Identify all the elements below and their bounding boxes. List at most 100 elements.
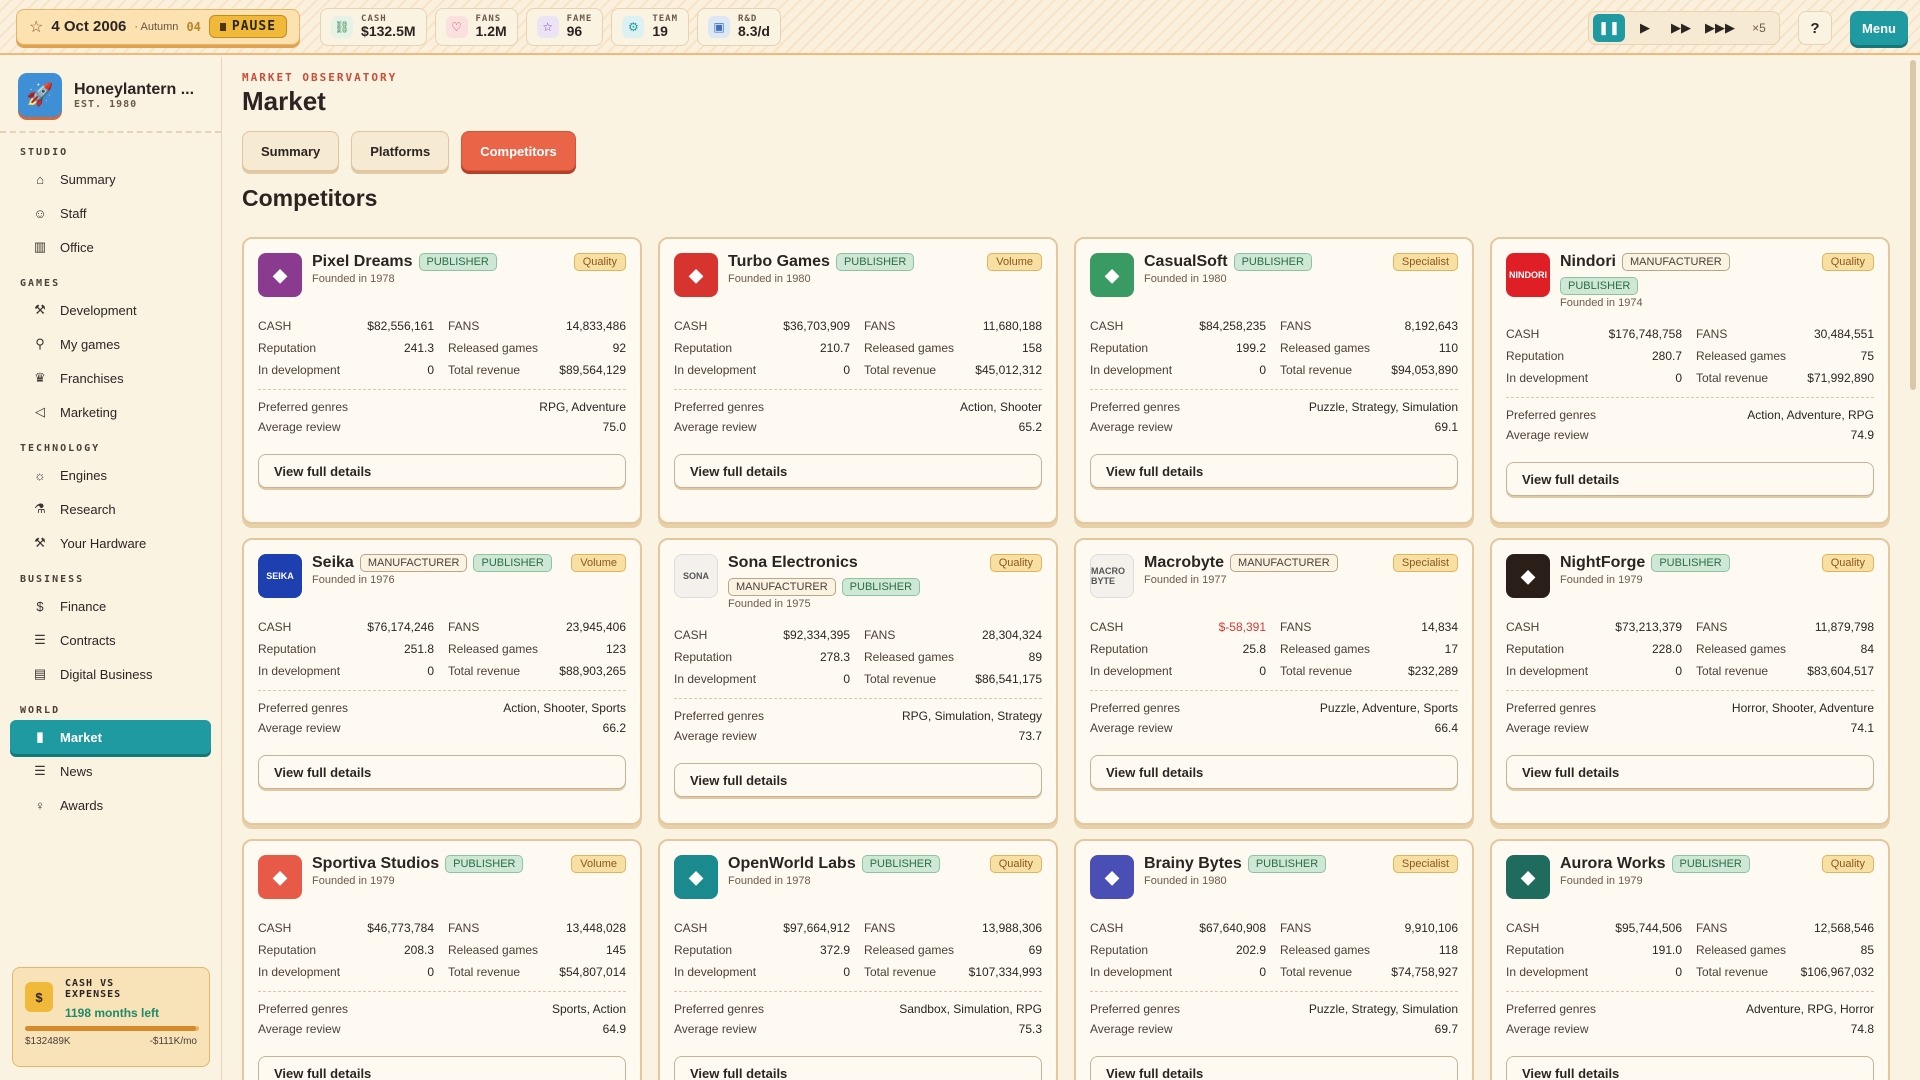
stat-released: Released games 69 (864, 939, 1042, 961)
fastest-speed-button[interactable]: ▶▶▶ (1701, 14, 1739, 42)
stat-label: FANS (448, 620, 480, 634)
pause-button[interactable]: PAUSE (208, 15, 288, 38)
card-title-block: Nindori MANUFACTURER PUBLISHER Founded in 1… (1560, 253, 1800, 309)
speed-controls: ❚❚ ▶ ▶▶ ▶▶▶ ×5 (1588, 11, 1780, 45)
preferred-genres: Preferred genres Puzzle, Strategy, Simula… (1090, 400, 1458, 420)
my-games-icon: ⚲ (35, 336, 45, 351)
stat-revenue: Total revenue $74,758,927 (1280, 961, 1458, 983)
sidebar-item-my-games[interactable]: ⚲ My games (10, 327, 211, 361)
stat-released: Released games 158 (864, 337, 1042, 359)
sidebar-item-awards[interactable]: ♀ Awards (10, 788, 211, 822)
tab-summary[interactable]: Summary (242, 131, 340, 171)
view-details-button[interactable]: View full details (258, 454, 626, 488)
sidebar-item-digital-business[interactable]: ▤ Digital Business (10, 657, 211, 691)
review-label: Average review (1090, 1022, 1173, 1036)
company-name: NightForge (1560, 554, 1646, 571)
stat-indev: In development 0 (258, 660, 448, 682)
sidebar-item-label: Digital Business (60, 666, 153, 682)
tab-competitors[interactable]: Competitors (461, 131, 576, 171)
role-badge: PUBLISHER (1560, 277, 1639, 295)
stat-label: Reputation (258, 943, 317, 957)
view-details-button[interactable]: View full details (1090, 454, 1458, 488)
view-details-button[interactable]: View full details (258, 1056, 626, 1080)
sidebar-item-research[interactable]: ⚗ Research (10, 492, 211, 526)
tab-platforms[interactable]: Platforms (351, 131, 450, 171)
view-details-button[interactable]: View full details (1090, 1056, 1458, 1080)
view-details-button[interactable]: View full details (674, 1056, 1042, 1080)
stat-fans: FANS 14,834 (1280, 616, 1458, 638)
stat-label: Total revenue (448, 363, 521, 377)
sidebar-item-your-hardware[interactable]: ⚒ Your Hardware (10, 526, 211, 560)
role-badge: PUBLISHER (1233, 253, 1312, 271)
stat-label: Reputation (1506, 349, 1565, 363)
sidebar-item-franchises[interactable]: ♛ Franchises (10, 361, 211, 395)
sidebar-item-news[interactable]: ☰ News (10, 754, 211, 788)
sidebar-item-marketing[interactable]: ◁ Marketing (10, 395, 211, 429)
studio-header[interactable]: 🚀 Honeylantern ... EST. 1980 (0, 57, 221, 133)
sidebar-item-office[interactable]: ▥ Office (10, 230, 211, 264)
sidebar-item-contracts[interactable]: ☰ Contracts (10, 623, 211, 657)
view-details-button[interactable]: View full details (1506, 462, 1874, 496)
sidebar-item-staff[interactable]: ☺ Staff (10, 196, 211, 230)
competitor-card: SEIKA Seika MANUFACTURER PUBLISHER Founded i… (242, 538, 642, 825)
menu-button[interactable]: Menu (1850, 11, 1908, 45)
stat-value: 110 (1438, 341, 1458, 355)
genres-label: Preferred genres (258, 701, 349, 715)
stat-label: In development (258, 664, 341, 678)
stat-value: $86,541,175 (975, 672, 1042, 686)
divider (674, 698, 1042, 699)
genres-value: Sports, Action (551, 1002, 626, 1016)
stat-label: FANS (1280, 921, 1312, 935)
company-logo-icon: ◆ (258, 855, 302, 899)
sidebar-item-engines[interactable]: ☼ Engines (10, 458, 211, 492)
pause-speed-button[interactable]: ❚❚ (1593, 14, 1625, 42)
stat-released: Released games 89 (864, 646, 1042, 668)
view-details-button[interactable]: View full details (1506, 1056, 1874, 1080)
role-badge: PUBLISHER (1247, 855, 1327, 873)
view-details-button[interactable]: View full details (258, 755, 626, 789)
stat-label: CASH (258, 319, 292, 333)
studio-name: Honeylantern ... (74, 80, 195, 98)
stat-label: Released games (1280, 642, 1371, 656)
view-details-button[interactable]: View full details (674, 454, 1042, 488)
role-badge: PUBLISHER (473, 554, 552, 572)
stat-fans: FANS 13,988,306 (864, 917, 1042, 939)
view-details-button[interactable]: View full details (674, 763, 1042, 797)
cash-progress-fill (25, 1026, 196, 1031)
name-row: OpenWorld Labs PUBLISHER (728, 855, 941, 873)
average-review: Average review 74.1 (1506, 721, 1874, 741)
sidebar-item-finance[interactable]: $ Finance (10, 589, 211, 623)
star-icon: ☆ (536, 15, 559, 38)
card-header: ◆ NightForge PUBLISHER Founded in 1979 (1506, 554, 1874, 602)
sidebar-item-summary[interactable]: ⌂ Summary (10, 162, 211, 196)
help-button[interactable]: ? (1798, 11, 1832, 45)
stat-indev: In development 0 (674, 668, 864, 690)
competitor-card: ◆ CasualSoft PUBLISHER Founded in 1980 Speci… (1074, 237, 1474, 524)
company-name: Sportiva Studios (312, 855, 440, 872)
stat-label: In development (1090, 363, 1173, 377)
stat-label: FANS (864, 921, 896, 935)
fast-speed-button[interactable]: ▶▶ (1665, 14, 1697, 42)
view-details-button[interactable]: View full details (1090, 755, 1458, 789)
stat-value: 13,448,028 (565, 921, 626, 935)
speed-multiplier[interactable]: ×5 (1743, 21, 1775, 35)
stat-label: FANS (864, 319, 896, 333)
sidebar-item-development[interactable]: ⚒ Development (10, 293, 211, 327)
stat-value: $97,664,912 (783, 921, 850, 935)
strategy-badge: Quality (1821, 253, 1874, 271)
digital-business-icon: ▤ (33, 666, 47, 681)
stat-released: Released games 17 (1280, 638, 1458, 660)
sidebar-item-market[interactable]: ▮ Market (10, 720, 211, 754)
stat-value: $92,334,395 (783, 628, 850, 642)
review-label: Average review (258, 1022, 341, 1036)
scrollbar[interactable] (1910, 60, 1916, 390)
stat-released: Released games 118 (1280, 939, 1458, 961)
preferred-genres: Preferred genres Action, Shooter (674, 400, 1042, 420)
genres-label: Preferred genres (1506, 408, 1597, 422)
stat-cash: CASH $92,334,395 (674, 624, 864, 646)
stat-reputation: Reputation 251.8 (258, 638, 448, 660)
stat-value: 251.8 (403, 642, 434, 656)
stat-label: Reputation (674, 341, 733, 355)
play-speed-button[interactable]: ▶ (1629, 14, 1661, 42)
view-details-button[interactable]: View full details (1506, 755, 1874, 789)
